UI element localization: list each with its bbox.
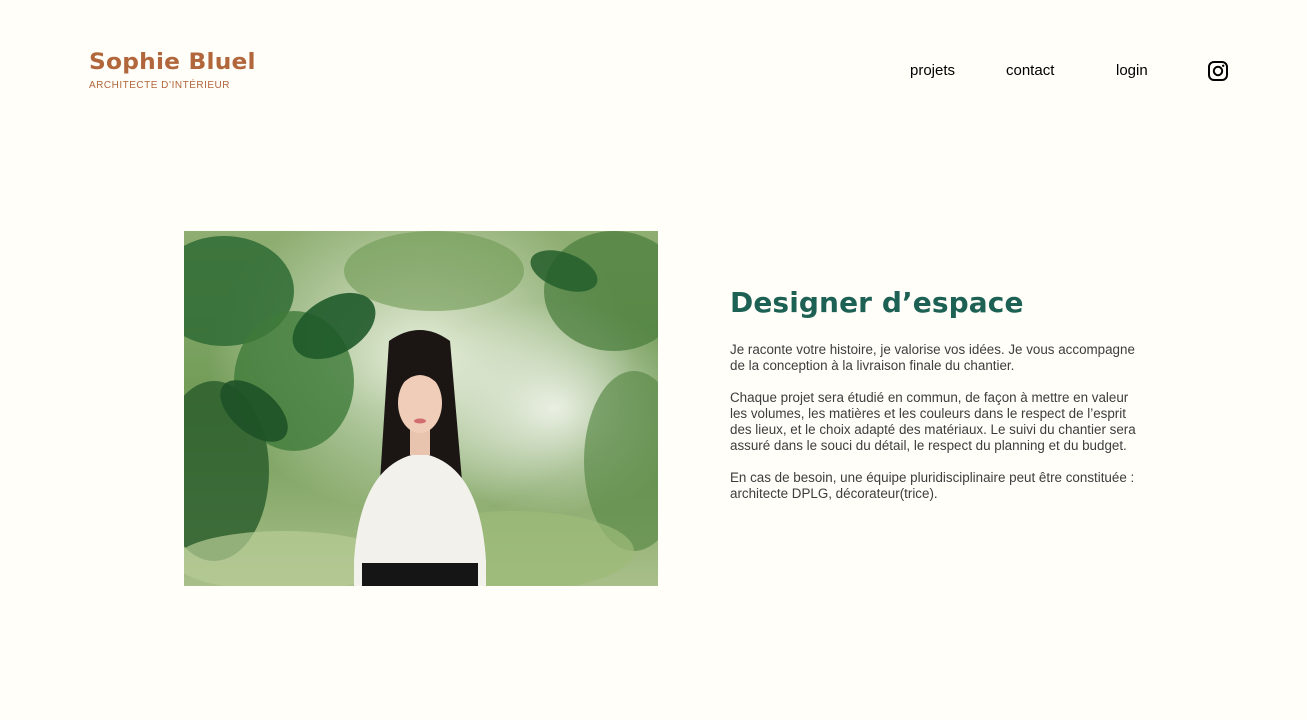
intro-paragraph: En cas de besoin, une équipe pluridiscip… [730, 470, 1135, 501]
logo-subtitle: ARCHITECTE D’INTÉRIEUR [89, 80, 231, 91]
instagram-icon [1208, 61, 1228, 81]
logo[interactable]: Sophie Bluel ARCHITECTE D’INTÉRIEUR [89, 50, 256, 92]
instagram-link[interactable] [1207, 60, 1229, 82]
intro-paragraph: Chaque projet sera étudié en commun, de … [730, 390, 1136, 453]
intro-text: Designer d’espace Je raconte votre histo… [730, 284, 1140, 502]
portrait-photo [184, 231, 658, 586]
logo-title: Sophie Bluel [89, 50, 256, 75]
intro-title: Designer d’espace [730, 286, 1024, 319]
nav-link-login[interactable]: login [1116, 60, 1148, 82]
intro-paragraph: Je raconte votre histoire, je valorise v… [730, 342, 1135, 373]
nav-link-projets[interactable]: projets [910, 60, 955, 82]
nav-link-contact[interactable]: contact [1006, 60, 1054, 82]
